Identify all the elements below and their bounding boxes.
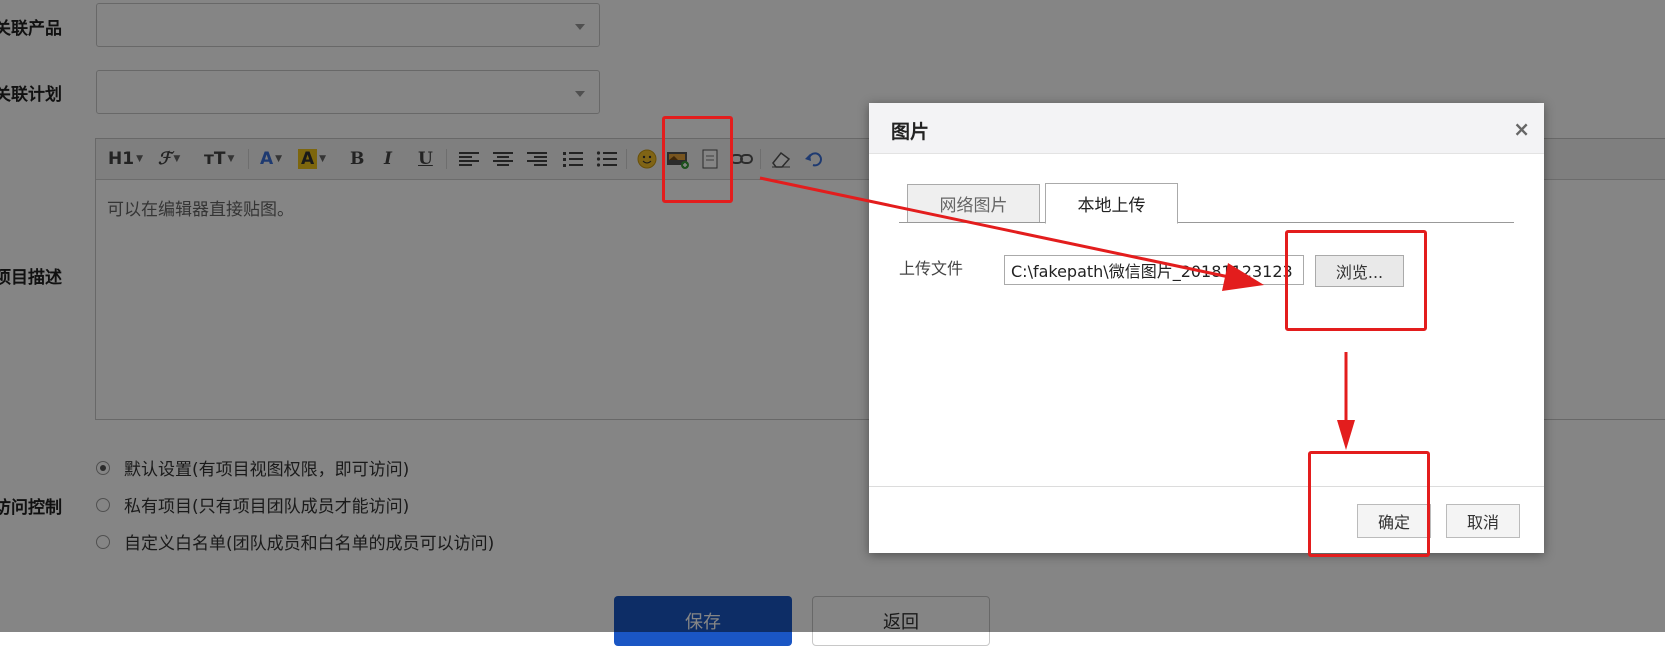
annotation-arrowhead	[1222, 263, 1264, 291]
annotation-arrow-line	[759, 176, 1249, 283]
annotation-arrowhead	[1337, 420, 1355, 450]
page: 关联产品 关联计划 项目描述 H1 ▼ ℱ ▼ ᴛT ▼ A ▼ A ▼ B I U	[0, 0, 1665, 646]
annotation-arrows	[759, 176, 1355, 450]
